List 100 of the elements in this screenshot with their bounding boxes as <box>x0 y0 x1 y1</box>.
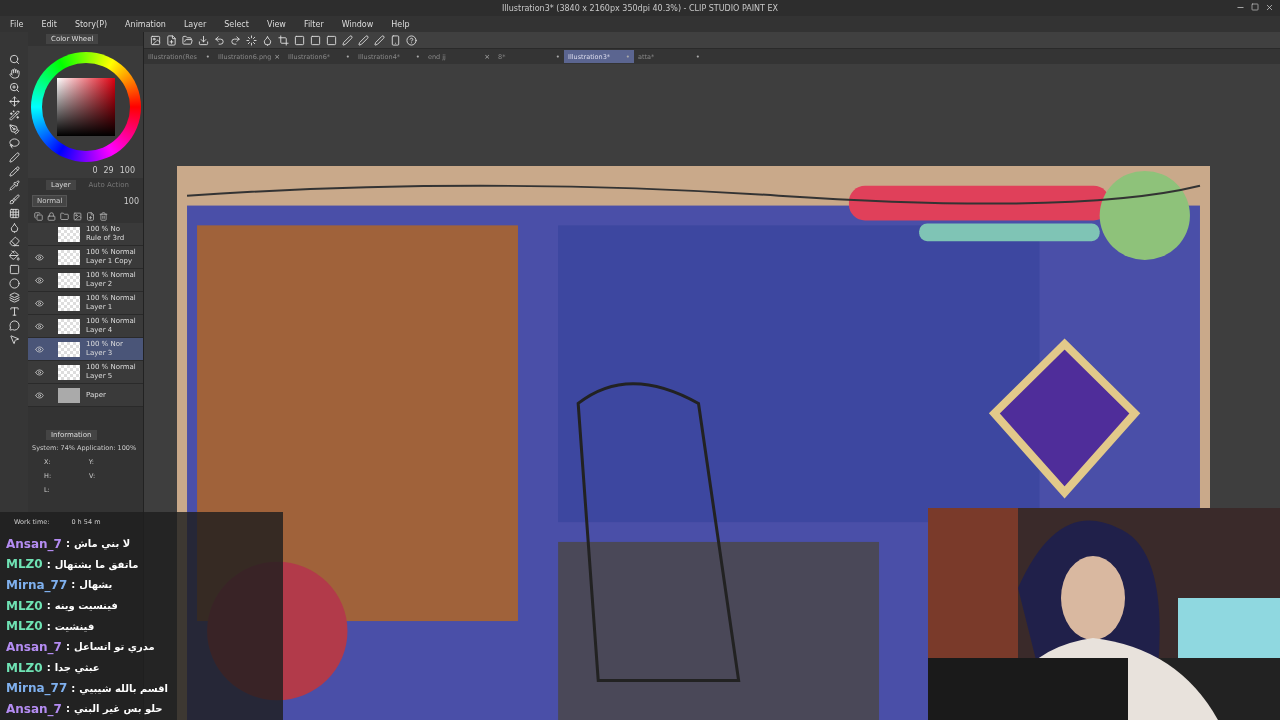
layer-tool-icon[interactable] <box>60 212 69 221</box>
tool-icon[interactable] <box>8 236 20 247</box>
tool-icon[interactable] <box>8 138 20 149</box>
toolbar-icon[interactable] <box>342 34 353 46</box>
layer-thumbnail <box>58 364 80 380</box>
toolbar-icon[interactable] <box>326 34 337 46</box>
chat-message: فينسيت وينه <box>54 600 118 612</box>
tool-icon[interactable] <box>8 194 20 205</box>
chat-username: Ansan_7 <box>6 536 62 551</box>
menu-item[interactable]: Filter <box>303 19 324 29</box>
toolbar-icon[interactable] <box>390 34 401 46</box>
chat-username: MLZ0 <box>6 557 43 572</box>
layer-tool-icon[interactable] <box>73 212 82 221</box>
chat-username: MLZ0 <box>6 660 43 675</box>
tool-icon[interactable] <box>8 306 20 317</box>
tool-icon[interactable] <box>8 320 20 331</box>
tool-icon[interactable] <box>8 96 20 107</box>
eye-icon[interactable] <box>34 390 44 400</box>
toolbar-icon[interactable] <box>214 34 225 46</box>
tool-icon[interactable] <box>8 180 20 191</box>
tool-icon[interactable] <box>8 152 20 163</box>
chat-username: Mirna_77 <box>6 681 68 696</box>
tool-icon[interactable] <box>8 222 20 233</box>
chat-message: فينشيت <box>54 620 95 632</box>
chat-separator: : <box>46 620 51 632</box>
menu-item[interactable]: Select <box>224 19 249 29</box>
tool-icon[interactable] <box>8 292 20 303</box>
toolbar-icon[interactable] <box>374 34 385 46</box>
layer-thumbnail <box>58 295 80 311</box>
brightness-value: 100 <box>119 166 135 175</box>
tool-icon[interactable] <box>8 68 20 79</box>
eye-icon[interactable] <box>34 321 44 331</box>
menu-item[interactable]: Story(P) <box>74 19 108 29</box>
chat-separator: : <box>71 682 76 694</box>
chat-message: لا بني ماش <box>73 538 131 550</box>
chat-separator: : <box>46 662 51 674</box>
layer-tool-icon[interactable] <box>99 212 108 221</box>
tool-icon[interactable] <box>8 250 20 261</box>
toolbar-icon[interactable] <box>262 34 273 46</box>
tool-icon[interactable] <box>8 264 20 275</box>
chat-username: Mirna_77 <box>6 577 68 592</box>
chat-separator: : <box>65 538 70 550</box>
toolbar-icon[interactable] <box>406 34 417 46</box>
eye-icon[interactable] <box>34 252 44 262</box>
chat-separator: : <box>46 600 51 612</box>
layer-thumbnail <box>58 226 80 242</box>
toolbar-icon[interactable] <box>166 34 177 46</box>
tool-icon[interactable] <box>8 334 20 345</box>
chat-message: يشهال <box>79 579 113 591</box>
menu-item[interactable]: Layer <box>183 19 207 29</box>
chat-separator: : <box>46 558 51 570</box>
chat-separator: : <box>65 703 70 715</box>
opacity-value[interactable]: 100 <box>123 196 139 206</box>
menu-item[interactable]: Animation <box>125 19 166 29</box>
toolbar-icon[interactable] <box>150 34 161 46</box>
toolbar-icon[interactable] <box>294 34 305 46</box>
menu-item[interactable]: Help <box>391 19 410 29</box>
tool-icon[interactable] <box>8 124 20 135</box>
color-square[interactable] <box>56 78 115 136</box>
tool-icon[interactable] <box>8 54 20 65</box>
tool-icon[interactable] <box>8 208 20 219</box>
chat-message: حلو بس غير البني <box>73 703 163 715</box>
toolbar-icon[interactable] <box>246 34 257 46</box>
menu-item[interactable]: Edit <box>41 19 57 29</box>
menu-item[interactable]: File <box>10 19 24 29</box>
window-title: Illustration3* (3840 x 2160px 350dpi 40.3%) - CLIP STUDIO PAINT EX <box>501 3 779 13</box>
layer-tool-icon[interactable] <box>47 212 56 221</box>
chat-message: عبثي جدا <box>54 662 100 674</box>
tool-icon[interactable] <box>8 278 20 289</box>
layer-thumbnail <box>58 318 80 334</box>
chat-message: اقسم بالله شيبيي <box>79 682 168 694</box>
maximize-icon[interactable] <box>1251 3 1259 11</box>
chat-separator: : <box>65 641 70 653</box>
toolbar-icon[interactable] <box>310 34 321 46</box>
chat-separator: : <box>71 579 76 591</box>
toolbar-icon[interactable] <box>182 34 193 46</box>
chat-username: Ansan_7 <box>6 701 62 716</box>
tool-icon[interactable] <box>8 82 20 93</box>
chat-message: ماتفق ما يشتهال <box>54 558 139 570</box>
eye-icon[interactable] <box>34 298 44 308</box>
toolbar-icon[interactable] <box>358 34 369 46</box>
chat-username: MLZ0 <box>6 619 43 634</box>
layer-thumbnail <box>58 387 80 403</box>
layer-tool-icon[interactable] <box>86 212 95 221</box>
eye-icon[interactable] <box>34 367 44 377</box>
layer-thumbnail <box>58 249 80 265</box>
menu-item[interactable]: Window <box>341 19 374 29</box>
tool-icon[interactable] <box>8 166 20 177</box>
menu-item[interactable]: View <box>266 19 286 29</box>
eye-icon[interactable] <box>34 275 44 285</box>
toolbar-icon[interactable] <box>278 34 289 46</box>
hue-value: 0 <box>92 166 98 175</box>
toolbar-icon[interactable] <box>198 34 209 46</box>
close-icon[interactable] <box>1265 3 1274 12</box>
tool-icon[interactable] <box>8 110 20 121</box>
layer-tool-icon[interactable] <box>34 212 43 221</box>
layer-thumbnail <box>58 272 80 288</box>
chat-username: MLZ0 <box>6 598 43 613</box>
toolbar-icon[interactable] <box>230 34 241 46</box>
eye-icon[interactable] <box>34 344 44 354</box>
